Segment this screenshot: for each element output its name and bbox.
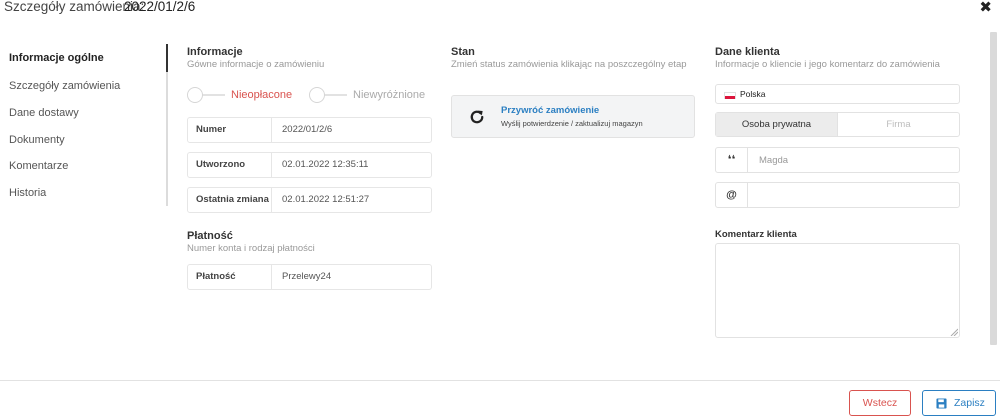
client-comment-textarea[interactable]: [715, 243, 960, 338]
client-section-subtitle: Informacje o kliencie i jego komentarz d…: [715, 59, 940, 70]
close-icon[interactable]: ✖: [979, 0, 992, 16]
nav-item-comments[interactable]: Komentarze: [9, 160, 68, 172]
payment-section-title: Płatność: [187, 230, 233, 242]
info-row-number: Numer 2022/01/2/6: [187, 117, 432, 143]
country-select[interactable]: Polska: [715, 84, 960, 104]
payment-row: Płatność Przelewy24: [187, 264, 432, 290]
nav-item-delivery[interactable]: Dane dostawy: [9, 107, 79, 119]
footer-divider: [0, 380, 1000, 381]
paid-status-label: Nieopłacone: [231, 89, 293, 101]
status-section-title: Stan: [451, 46, 475, 58]
client-comment-label: Komentarz klienta: [715, 229, 797, 240]
nav-item-general-info[interactable]: Informacje ogólne: [9, 52, 104, 64]
save-button-label: Zapisz: [954, 397, 985, 409]
client-type-tabs: Osoba prywatna Firma: [715, 112, 960, 137]
country-name: Polska: [740, 89, 766, 99]
info-row-key: Numer: [188, 118, 272, 142]
back-button[interactable]: Wstecz: [849, 390, 911, 416]
featured-toggle[interactable]: [309, 87, 349, 103]
paid-toggle[interactable]: [187, 87, 227, 103]
save-button[interactable]: Zapisz: [922, 390, 996, 416]
info-row-created: Utworzono 02.01.2022 12:35:11: [187, 152, 432, 178]
vertical-scrollbar[interactable]: [990, 32, 997, 345]
nav-item-documents[interactable]: Dokumenty: [9, 134, 65, 146]
info-section-title: Informacje: [187, 46, 243, 58]
info-row-value: 2022/01/2/6: [282, 124, 333, 135]
floppy-disk-icon: [936, 398, 947, 409]
payment-section-subtitle: Numer konta i rodzaj płatności: [187, 243, 315, 254]
featured-toggle-knob: [309, 87, 325, 103]
client-section-title: Dane klienta: [715, 46, 780, 58]
nav-item-history[interactable]: Historia: [9, 187, 46, 199]
info-row-key: Utworzono: [188, 153, 272, 177]
refresh-icon: [470, 110, 484, 124]
client-email-input[interactable]: [749, 184, 957, 206]
info-row-value: 02.01.2022 12:51:27: [282, 194, 370, 205]
resize-grip-icon[interactable]: [950, 328, 958, 336]
client-name-input[interactable]: [749, 149, 957, 171]
tab-private-person[interactable]: Osoba prywatna: [716, 113, 838, 136]
info-row-last-change: Ostatnia zmiana 02.01.2022 12:51:27: [187, 187, 432, 213]
restore-order-title: Przywróć zamówienie: [501, 105, 600, 116]
info-section-subtitle: Gówne informacje o zamówieniu: [187, 59, 325, 70]
client-name-field-group: ❛❛: [715, 147, 960, 173]
quote-icon: ❛❛: [716, 148, 748, 172]
payment-row-key: Płatność: [188, 265, 272, 289]
paid-toggle-knob: [187, 87, 203, 103]
client-email-field-group: @: [715, 182, 960, 208]
status-section-subtitle: Zmień status zamówienia klikając na posz…: [451, 59, 687, 70]
order-number-title: 2022/01/2/6: [124, 0, 196, 14]
tab-company[interactable]: Firma: [838, 113, 959, 136]
info-row-value: 02.01.2022 12:35:11: [282, 159, 369, 170]
restore-order-description: Wyślij potwierdzenie / zaktualizuj magaz…: [501, 119, 643, 128]
restore-order-button[interactable]: Przywróć zamówienie Wyślij potwierdzenie…: [451, 95, 695, 138]
info-row-key: Ostatnia zmiana: [188, 188, 272, 212]
modal-header: Szczegóły zamówienia: 2022/01/2/6 ✖: [0, 0, 1000, 16]
featured-status-label: Niewyróżnione: [353, 89, 426, 101]
nav-item-order-details[interactable]: Szczegóły zamówienia: [9, 80, 120, 92]
section-nav: Informacje ogólne Szczegóły zamówienia D…: [0, 44, 168, 206]
nav-active-indicator: [166, 44, 168, 72]
at-sign-icon: @: [716, 183, 748, 207]
payment-row-value: Przelewy24: [282, 271, 332, 282]
poland-flag-icon: [724, 92, 736, 99]
